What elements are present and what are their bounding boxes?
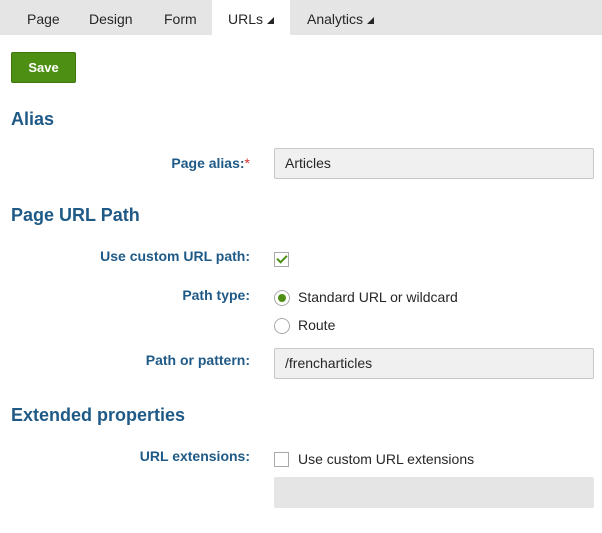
url-extensions-input <box>274 477 594 508</box>
path-pattern-input[interactable]: /frencharticles <box>274 348 594 379</box>
section-title-extended-properties: Extended properties <box>11 405 186 425</box>
radio-selected-dot <box>278 294 286 302</box>
path-type-standard-label[interactable]: Standard URL or wildcard <box>298 289 458 305</box>
checkmark-icon <box>276 252 288 264</box>
save-button[interactable]: Save <box>11 52 76 83</box>
tab-design[interactable]: Design <box>89 0 133 35</box>
path-type-standard-radio[interactable] <box>274 290 290 306</box>
tab-page[interactable]: Page <box>27 0 60 35</box>
section-title-page-url-path: Page URL Path <box>11 205 140 225</box>
section-title-alias: Alias <box>11 109 55 129</box>
path-type-route-label[interactable]: Route <box>298 317 335 333</box>
custom-url-extensions-label[interactable]: Use custom URL extensions <box>298 451 474 467</box>
tab-page-label: Page <box>27 11 60 27</box>
tab-design-label: Design <box>89 11 133 27</box>
page-alias-label: Page alias:* <box>171 155 250 171</box>
dropdown-triangle-icon <box>367 17 375 24</box>
tab-analytics-label: Analytics <box>307 11 364 27</box>
path-type-label: Path type: <box>182 287 250 303</box>
dropdown-triangle-icon <box>267 17 275 24</box>
custom-url-path-checkbox[interactable] <box>274 252 289 267</box>
tab-form[interactable]: Form <box>164 0 197 35</box>
tab-form-label: Form <box>164 11 197 27</box>
tab-urls-label: URLs <box>228 11 264 27</box>
tab-analytics[interactable]: Analytics <box>307 0 375 35</box>
url-extensions-label: URL extensions: <box>139 448 250 464</box>
path-pattern-label: Path or pattern: <box>145 352 250 368</box>
page-alias-input[interactable]: Articles <box>274 148 594 179</box>
required-asterisk: * <box>244 155 250 171</box>
tab-bar: Page Design Form URLs Analytics <box>0 0 602 35</box>
page-alias-label-text: Page alias: <box>171 155 245 171</box>
path-type-route-radio[interactable] <box>274 318 290 334</box>
tab-urls[interactable]: URLs <box>212 0 290 35</box>
custom-url-path-label: Use custom URL path: <box>100 248 250 264</box>
custom-url-extensions-checkbox[interactable] <box>274 452 289 467</box>
